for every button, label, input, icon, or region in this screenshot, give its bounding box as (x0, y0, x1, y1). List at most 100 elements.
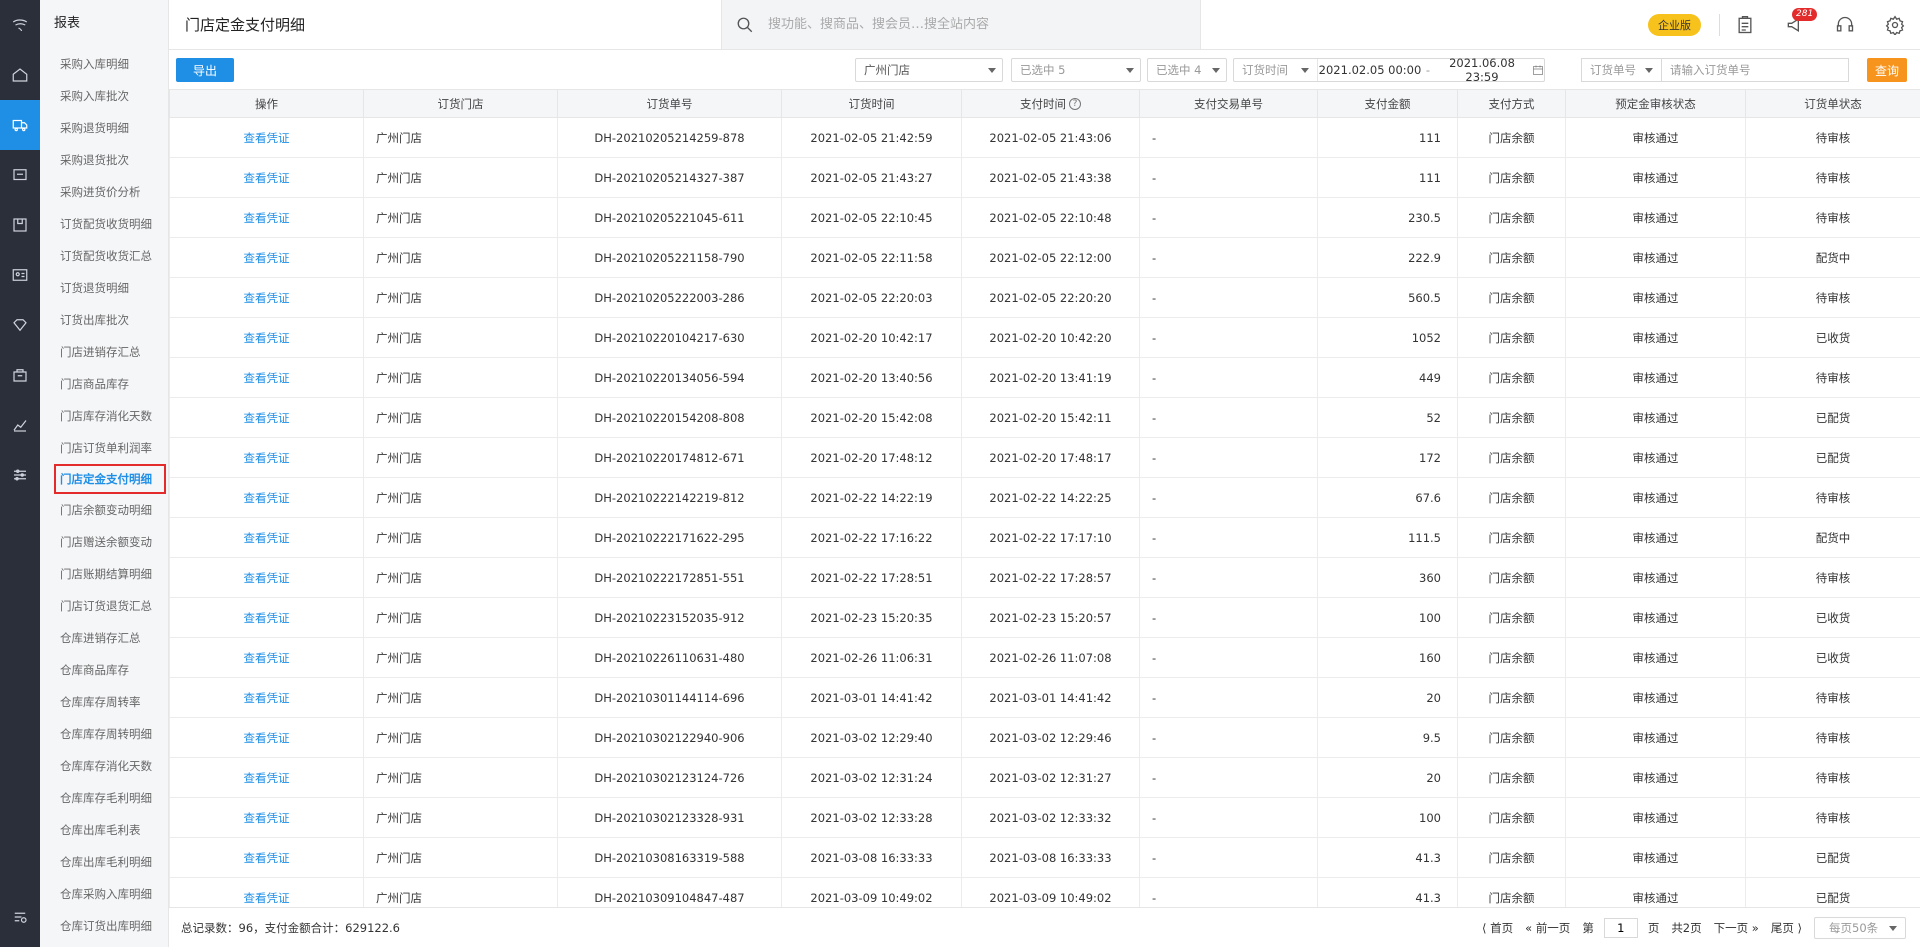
view-voucher-link[interactable]: 查看凭证 (244, 691, 290, 705)
calendar-icon[interactable] (1532, 64, 1544, 76)
menu-item[interactable]: 门店库存消化天数 (40, 400, 168, 432)
global-search[interactable] (721, 0, 1201, 49)
pay-time-cell: 2021-02-05 22:20:20 (962, 278, 1140, 318)
menu-item[interactable]: 采购退货明细 (40, 112, 168, 144)
menu-item[interactable]: 仓库出库毛利表 (40, 814, 168, 846)
edition-badge[interactable]: 企业版 (1648, 14, 1701, 36)
chart-icon[interactable] (0, 400, 40, 450)
menu-item[interactable]: 订货出库批次 (40, 304, 168, 336)
menu-item[interactable]: 采购入库明细 (40, 48, 168, 80)
date-from[interactable]: 2021.02.05 00:00 (1318, 63, 1422, 77)
menu-item[interactable]: 门店定金支付明细 (54, 464, 166, 494)
megaphone-icon[interactable]: 281 (1770, 0, 1820, 50)
gear-icon[interactable] (1870, 0, 1920, 50)
query-button[interactable]: 查询 (1867, 58, 1907, 82)
settings-sliders-icon[interactable] (0, 450, 40, 500)
view-voucher-link[interactable]: 查看凭证 (244, 571, 290, 585)
date-type-select[interactable]: 订货时间 (1234, 59, 1318, 81)
last-page-link[interactable]: 尾页 ⟩ (1771, 920, 1802, 936)
menu-item[interactable]: 仓库进销存汇总 (40, 622, 168, 654)
diamond-icon[interactable] (0, 300, 40, 350)
order-time-cell: 2021-02-20 17:48:12 (782, 438, 962, 478)
menu-item[interactable]: 订货配货收货明细 (40, 208, 168, 240)
view-voucher-link[interactable]: 查看凭证 (244, 131, 290, 145)
menu-item[interactable]: 仓库库存周转率 (40, 686, 168, 718)
deposit-status-cell: 审核通过 (1566, 158, 1746, 198)
export-button[interactable]: 导出 (176, 58, 234, 82)
menu-item[interactable]: 采购退货批次 (40, 144, 168, 176)
order-field-select[interactable]: 订货单号 (1581, 58, 1661, 82)
menu-item[interactable]: 采购入库批次 (40, 80, 168, 112)
menu-item[interactable]: 仓库库存周转明细 (40, 718, 168, 750)
store-select[interactable]: 广州门店 (855, 58, 1003, 82)
payment-status-value: 已选中 5 (1020, 62, 1065, 78)
menu-item[interactable]: 门店进销存汇总 (40, 336, 168, 368)
menu-item[interactable]: 仓库订货出库明细 (40, 910, 168, 942)
view-voucher-link[interactable]: 查看凭证 (244, 291, 290, 305)
menu-item[interactable]: 门店订货单利润率 (40, 432, 168, 464)
store-cell: 广州门店 (364, 878, 558, 908)
order-number-cell: DH-20210222142219-812 (558, 478, 782, 518)
view-voucher-link[interactable]: 查看凭证 (244, 651, 290, 665)
truck-icon[interactable] (0, 100, 40, 150)
view-voucher-link[interactable]: 查看凭证 (244, 771, 290, 785)
home-icon[interactable] (0, 50, 40, 100)
prev-page-link[interactable]: « 前一页 (1525, 920, 1570, 936)
view-voucher-link[interactable]: 查看凭证 (244, 611, 290, 625)
view-voucher-link[interactable]: 查看凭证 (244, 451, 290, 465)
menu-item[interactable]: 门店商品库存 (40, 368, 168, 400)
date-range-picker[interactable]: 订货时间 2021.02.05 00:00 - 2021.06.08 23:59 (1233, 58, 1545, 82)
logo-icon[interactable] (0, 0, 40, 50)
menu-item[interactable]: 门店订货退货汇总 (40, 590, 168, 622)
view-voucher-link[interactable]: 查看凭证 (244, 491, 290, 505)
menu-item[interactable]: 仓库出库毛利明细 (40, 846, 168, 878)
view-voucher-link[interactable]: 查看凭证 (244, 171, 290, 185)
view-voucher-link[interactable]: 查看凭证 (244, 811, 290, 825)
last-page-label: 尾页 (1771, 921, 1794, 935)
view-voucher-link[interactable]: 查看凭证 (244, 851, 290, 865)
view-voucher-link[interactable]: 查看凭证 (244, 211, 290, 225)
view-voucher-link[interactable]: 查看凭证 (244, 251, 290, 265)
amount-cell: 560.5 (1318, 278, 1458, 318)
pay-method-cell: 门店余额 (1458, 598, 1566, 638)
page-number-input[interactable] (1604, 918, 1638, 938)
column-header-label: 订货门店 (438, 97, 484, 111)
first-page-link[interactable]: ⟨ 首页 (1482, 920, 1513, 936)
menu-item[interactable]: 订货配货收货汇总 (40, 240, 168, 272)
store-icon[interactable] (0, 350, 40, 400)
page-size-select[interactable]: 每页50条 (1814, 917, 1906, 939)
view-voucher-link[interactable]: 查看凭证 (244, 731, 290, 745)
action-cell: 查看凭证 (170, 638, 364, 678)
order-status-select[interactable]: 已选中 4 (1147, 58, 1227, 82)
menu-item[interactable]: 采购进货价分析 (40, 176, 168, 208)
member-card-icon[interactable] (0, 250, 40, 300)
next-page-link[interactable]: 下一页 » (1714, 920, 1759, 936)
cart-icon[interactable] (0, 150, 40, 200)
search-input[interactable] (768, 17, 1168, 32)
date-to[interactable]: 2021.06.08 23:59 (1434, 56, 1530, 84)
payment-status-select[interactable]: 已选中 5 (1011, 58, 1141, 82)
help-icon[interactable]: ? (1069, 98, 1081, 110)
view-voucher-link[interactable]: 查看凭证 (244, 331, 290, 345)
menu-item[interactable]: 门店账期结算明细 (40, 558, 168, 590)
report-icon[interactable] (0, 897, 40, 937)
deposit-status-cell: 审核通过 (1566, 318, 1746, 358)
menu-item[interactable]: 仓库库存毛利明细 (40, 782, 168, 814)
amount-cell: 222.9 (1318, 238, 1458, 278)
view-voucher-link[interactable]: 查看凭证 (244, 371, 290, 385)
data-table-container[interactable]: 操作订货门店订货单号订货时间支付时间?支付交易单号支付金额支付方式预定金审核状态… (169, 89, 1920, 907)
column-header: 订货单号 (558, 90, 782, 118)
view-voucher-link[interactable]: 查看凭证 (244, 411, 290, 425)
menu-item[interactable]: 仓库库存消化天数 (40, 750, 168, 782)
menu-item[interactable]: 仓库采购入库明细 (40, 878, 168, 910)
menu-item[interactable]: 门店余额变动明细 (40, 494, 168, 526)
clipboard-icon[interactable] (1720, 0, 1770, 50)
order-number-input[interactable] (1661, 58, 1849, 82)
menu-item[interactable]: 门店赠送余额变动 (40, 526, 168, 558)
view-voucher-link[interactable]: 查看凭证 (244, 531, 290, 545)
menu-item[interactable]: 订货退货明细 (40, 272, 168, 304)
box-icon[interactable] (0, 200, 40, 250)
menu-item[interactable]: 仓库商品库存 (40, 654, 168, 686)
headset-icon[interactable] (1820, 0, 1870, 50)
view-voucher-link[interactable]: 查看凭证 (244, 891, 290, 905)
